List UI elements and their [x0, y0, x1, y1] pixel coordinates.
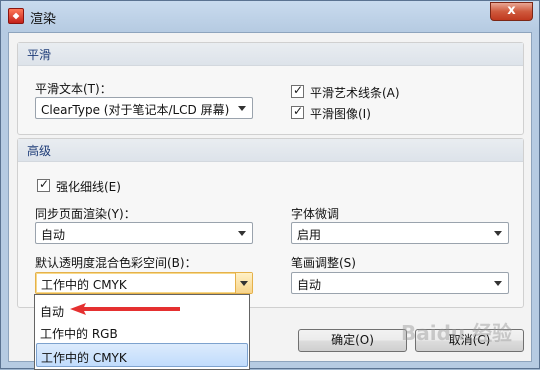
sync-page-select[interactable]: 自动 — [35, 222, 253, 244]
chevron-down-icon — [240, 281, 248, 286]
font-hint-value: 启用 — [297, 228, 322, 242]
checkmark-icon: ✓ — [39, 177, 50, 191]
stroke-adjust-value: 自动 — [297, 278, 322, 292]
checkmark-icon: ✓ — [293, 104, 304, 118]
sync-page-value: 自动 — [41, 228, 66, 242]
smooth-images-label: 平滑图像(I) — [310, 107, 371, 121]
enhance-thin-lines-label: 强化细线(E) — [56, 180, 121, 194]
advanced-group: 高级 ✓ 强化细线(E) 同步页面渲染(Y)： 自动 字体微调 启用 默认透明度… — [17, 138, 524, 308]
window-title: 渲染 — [30, 12, 57, 27]
watermark: Baidu 经验 — [401, 321, 513, 345]
chevron-down-icon — [238, 106, 246, 111]
enhance-thin-lines-checkbox[interactable]: ✓ — [37, 177, 50, 192]
dropdown-option-cmyk[interactable]: 工作中的 CMYK — [36, 343, 248, 367]
smooth-images-checkbox[interactable]: ✓ — [291, 104, 304, 119]
smooth-text-label: 平滑文本(T)： — [35, 82, 112, 96]
checkmark-icon: ✓ — [293, 83, 304, 97]
smooth-group-header: 平滑 — [18, 43, 523, 66]
close-button[interactable]: x — [490, 2, 533, 21]
font-hint-label: 字体微调 — [291, 207, 340, 221]
dropdown-option-label: 工作中的 CMYK — [41, 351, 127, 365]
smooth-group-title: 平滑 — [27, 48, 52, 62]
chevron-down-icon — [494, 281, 502, 286]
chevron-down-icon — [494, 231, 502, 236]
smooth-line-art-checkbox[interactable]: ✓ — [291, 83, 304, 98]
smooth-group: 平滑 平滑文本(T)： ClearType (对于笔记本/LCD 屏幕) ✓ 平… — [17, 42, 524, 135]
title-bar[interactable]: 渲染 x — [1, 1, 539, 31]
dropdown-option-rgb[interactable]: 工作中的 RGB — [36, 320, 248, 344]
advanced-group-header: 高级 — [18, 139, 523, 162]
font-hint-select[interactable]: 启用 — [291, 222, 509, 244]
blend-space-select[interactable]: 工作中的 CMYK — [35, 272, 253, 294]
sync-page-label: 同步页面渲染(Y)： — [35, 207, 136, 221]
stroke-adjust-label: 笔画调整(S) — [291, 256, 356, 270]
stroke-adjust-select[interactable]: 自动 — [291, 272, 509, 294]
blend-space-value: 工作中的 CMYK — [41, 278, 127, 292]
dropdown-option-label: 工作中的 RGB — [40, 327, 118, 341]
app-icon — [8, 8, 24, 24]
smooth-text-select[interactable]: ClearType (对于笔记本/LCD 屏幕) — [35, 97, 253, 119]
annotation-arrow-icon — [70, 303, 180, 315]
smooth-text-value: ClearType (对于笔记本/LCD 屏幕) — [41, 103, 230, 117]
chevron-down-icon — [238, 231, 246, 236]
dropdown-option-label: 自动 — [40, 305, 65, 319]
render-dialog: 渲染 x 平滑 平滑文本(T)： ClearType (对于笔记本/LCD 屏幕… — [0, 0, 540, 370]
blend-space-label: 默认透明度混合色彩空间(B)： — [35, 256, 197, 270]
ok-button[interactable]: 确定(O) — [298, 329, 407, 352]
advanced-group-title: 高级 — [27, 144, 52, 158]
smooth-line-art-label: 平滑艺术线条(A) — [310, 86, 400, 100]
